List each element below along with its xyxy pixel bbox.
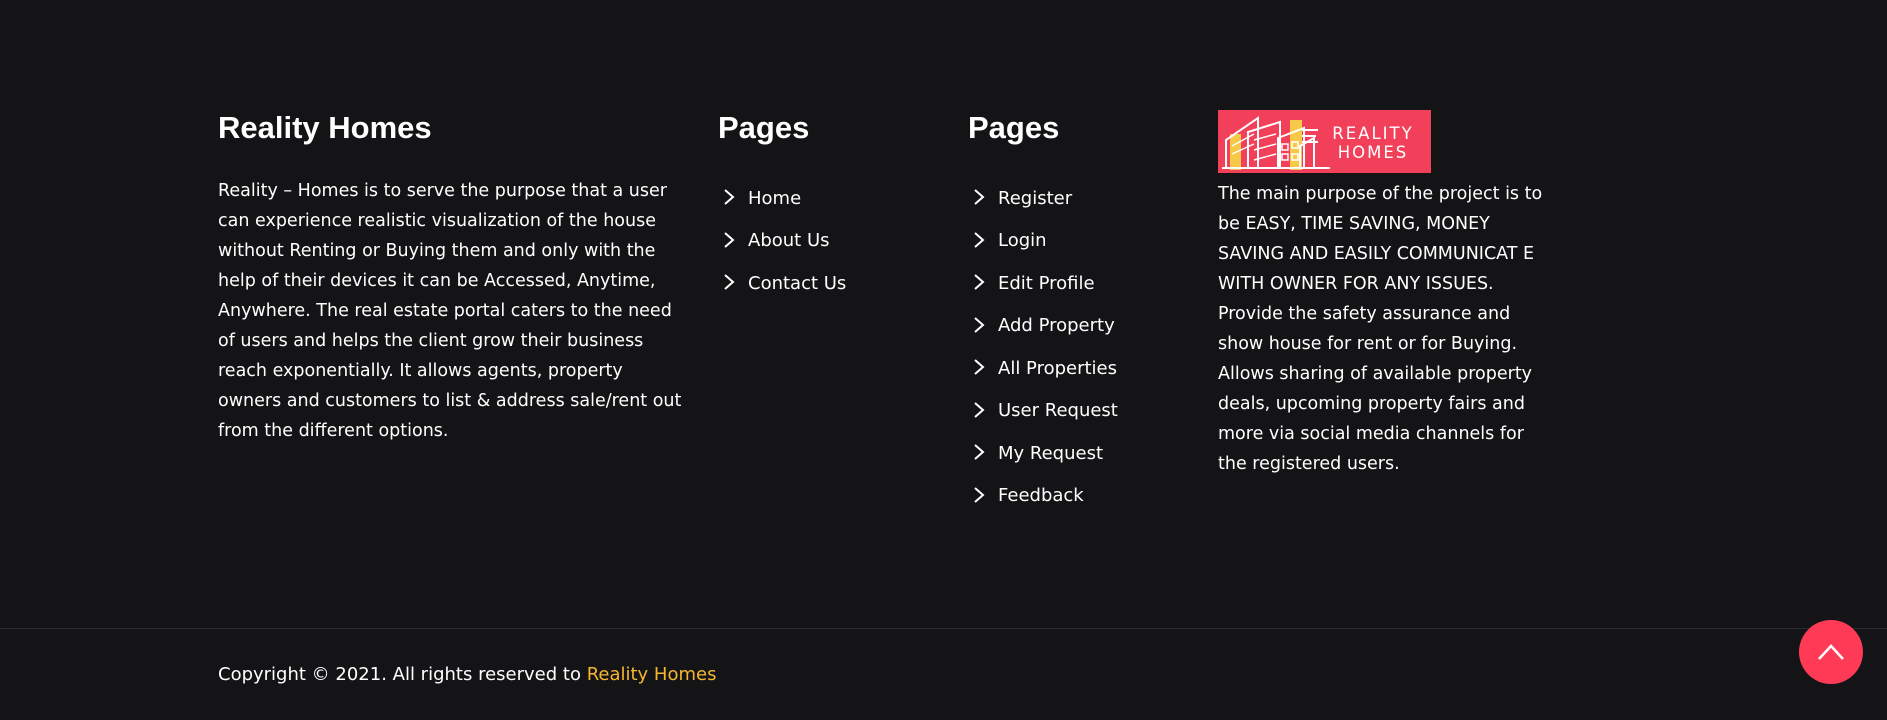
reality-homes-logo[interactable]: REALITY HOMES (1218, 110, 1431, 173)
about-column: Reality Homes Reality – Homes is to serv… (218, 108, 688, 446)
footer-link-contact-us[interactable]: Contact Us (718, 261, 938, 304)
purpose-column: REALITY HOMES The main purpose of the pr… (1218, 110, 1558, 479)
chevron-right-icon (972, 401, 986, 419)
pages-links-primary: Home About Us Contact Us (718, 176, 938, 304)
footer-link-add-property[interactable]: Add Property (968, 304, 1208, 347)
pages-links-secondary: Register Login Edit Profile Add Property… (968, 176, 1208, 516)
footer-link-register[interactable]: Register (968, 176, 1208, 219)
pages-heading-secondary: Pages (968, 110, 1060, 145)
footer-link-home[interactable]: Home (718, 176, 938, 219)
footer-link-label: Add Property (998, 315, 1115, 337)
about-heading: Reality Homes (218, 110, 432, 145)
footer-link-label: Feedback (998, 485, 1084, 507)
about-description: Reality – Homes is to serve the purpose … (218, 181, 682, 441)
footer-link-label: About Us (748, 230, 830, 252)
footer-link-label: Edit Profile (998, 272, 1095, 294)
footer-divider (0, 628, 1887, 629)
chevron-up-icon (1818, 644, 1844, 660)
footer-link-user-request[interactable]: User Request (968, 389, 1208, 432)
footer-link-all-properties[interactable]: All Properties (968, 346, 1208, 389)
chevron-right-icon (722, 188, 736, 206)
chevron-right-icon (722, 231, 736, 249)
chevron-right-icon (972, 486, 986, 504)
chevron-right-icon (972, 443, 986, 461)
logo-line-1: REALITY (1332, 124, 1414, 143)
footer-link-about-us[interactable]: About Us (718, 219, 938, 262)
footer-link-my-request[interactable]: My Request (968, 431, 1208, 474)
chevron-right-icon (972, 316, 986, 334)
footer-link-login[interactable]: Login (968, 219, 1208, 262)
scroll-to-top-button[interactable] (1799, 620, 1863, 684)
logo-wordmark: REALITY HOMES (1319, 124, 1427, 162)
purpose-description: The main purpose of the project is to be… (1218, 184, 1543, 474)
footer-link-label: My Request (998, 442, 1104, 464)
pages-column-secondary: Pages Register Login Edit Profile Add Pr… (968, 108, 1208, 516)
copyright-text: Copyright © 2021. All rights reserved to… (218, 662, 716, 688)
footer-link-edit-profile[interactable]: Edit Profile (968, 261, 1208, 304)
pages-column-primary: Pages Home About Us Contact Us (718, 108, 938, 304)
chevron-right-icon (722, 273, 736, 291)
footer-link-label: All Properties (998, 357, 1118, 379)
chevron-right-icon (972, 358, 986, 376)
footer-top: Reality Homes Reality – Homes is to serv… (0, 0, 1887, 628)
pages-heading-primary: Pages (718, 110, 810, 145)
footer-link-label: Login (998, 230, 1047, 252)
chevron-right-icon (972, 188, 986, 206)
footer-link-label: Contact Us (748, 272, 847, 294)
logo-line-2: HOMES (1337, 143, 1409, 162)
copyright-prefix: Copyright © 2021. All rights reserved to (218, 664, 587, 685)
chevron-right-icon (972, 273, 986, 291)
footer-link-label: User Request (998, 400, 1118, 422)
footer-link-label: Home (748, 187, 802, 209)
chevron-right-icon (972, 231, 986, 249)
copyright-brand-link[interactable]: Reality Homes (587, 664, 717, 685)
footer-link-feedback[interactable]: Feedback (968, 474, 1208, 517)
footer-link-label: Register (998, 187, 1073, 209)
